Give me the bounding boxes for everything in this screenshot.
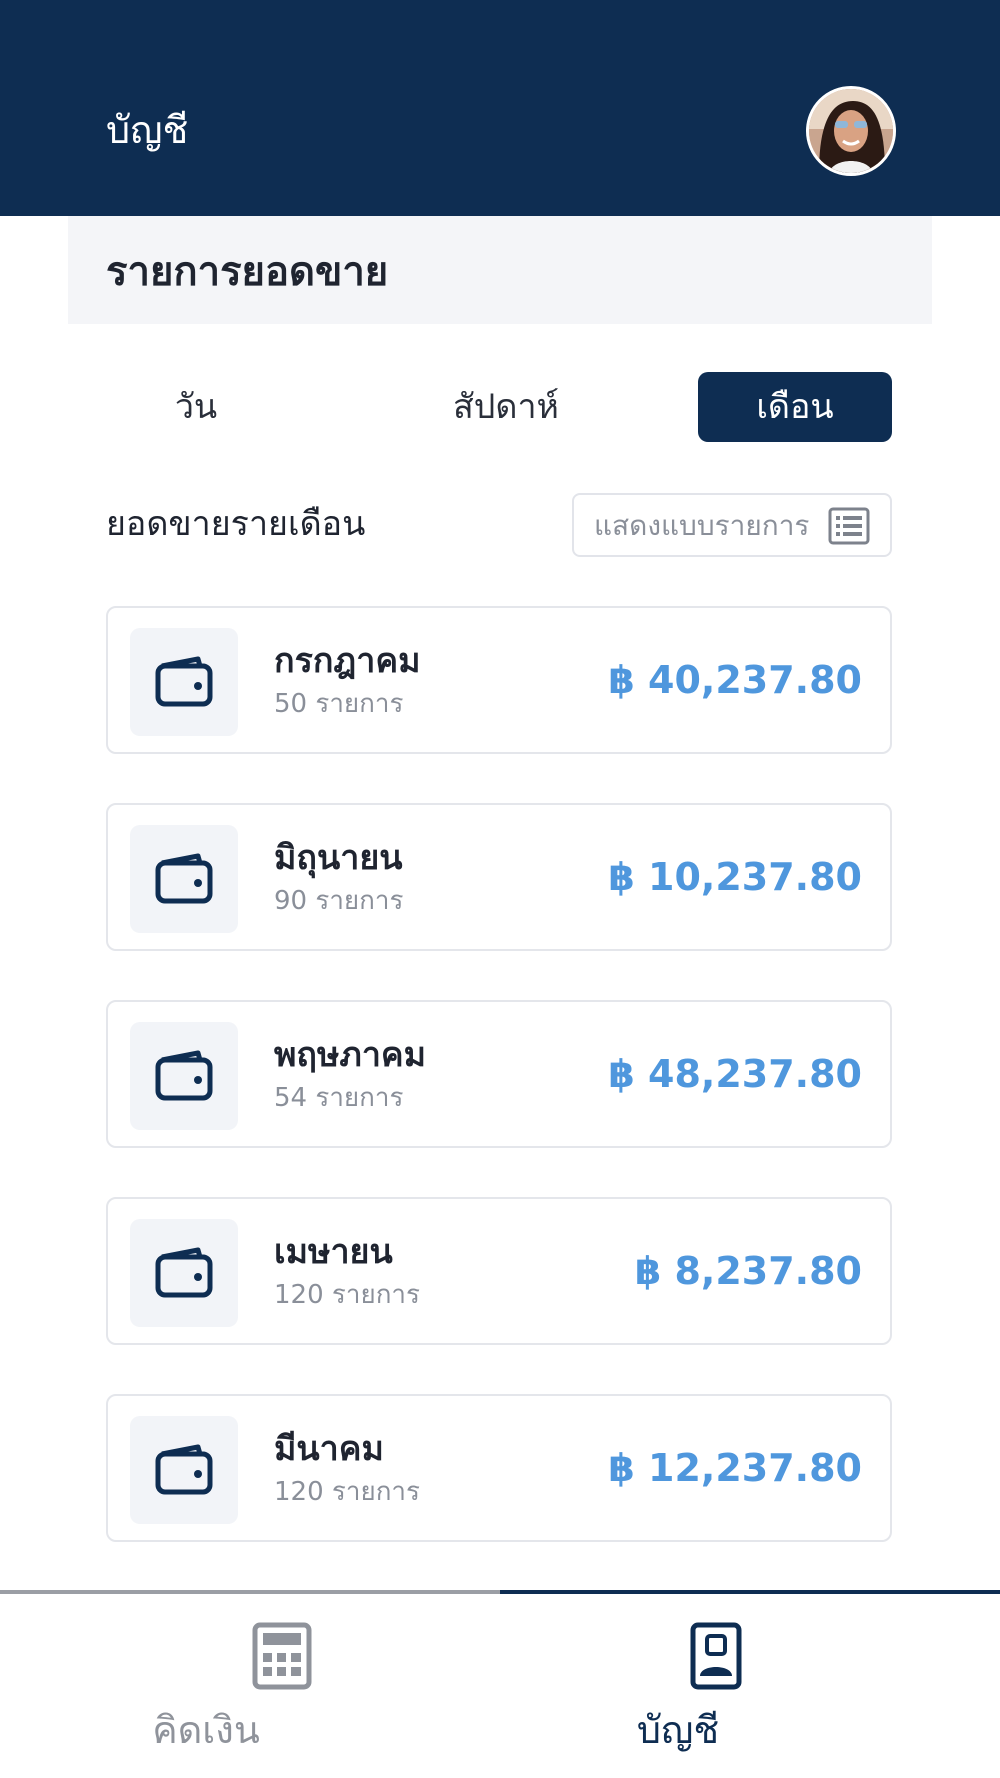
app-header: บัญชี	[0, 0, 1000, 216]
nav-item-calculate[interactable]: คิดเงิน	[0, 1594, 500, 1778]
page-title: บัญชี	[106, 108, 189, 152]
transaction-count: 120 รายการ	[274, 1477, 420, 1507]
tab-month[interactable]: เดือน	[698, 372, 892, 442]
calculator-icon	[252, 1622, 312, 1690]
monthly-sales-label: ยอดขายรายเดือน	[106, 504, 366, 544]
list-item[interactable]: พฤษภาคม 54 รายการ ฿ 48,237.80	[106, 1000, 892, 1148]
transaction-count: 50 รายการ	[274, 689, 404, 719]
tab-day[interactable]: วัน	[106, 372, 286, 442]
tab-week[interactable]: สัปดาห์	[406, 372, 606, 442]
wallet-icon	[155, 656, 213, 707]
list-item[interactable]: กรกฎาคม 50 รายการ ฿ 40,237.80	[106, 606, 892, 754]
sales-amount: ฿ 10,237.80	[608, 855, 862, 899]
transaction-count: 54 รายการ	[274, 1083, 404, 1113]
list-item[interactable]: มิถุนายน 90 รายการ ฿ 10,237.80	[106, 803, 892, 951]
sales-amount: ฿ 12,237.80	[608, 1446, 862, 1490]
wallet-icon-box	[130, 1416, 238, 1524]
wallet-icon	[155, 1247, 213, 1298]
list-item[interactable]: เมษายน 120 รายการ ฿ 8,237.80	[106, 1197, 892, 1345]
wallet-icon-box	[130, 628, 238, 736]
sales-amount: ฿ 8,237.80	[634, 1249, 862, 1293]
nav-label-calculate: คิดเงิน	[152, 1708, 260, 1752]
nav-label-account: บัญชี	[636, 1708, 720, 1752]
id-card-icon	[690, 1622, 742, 1690]
wallet-icon	[155, 1444, 213, 1495]
sales-amount: ฿ 48,237.80	[608, 1052, 862, 1096]
list-view-button[interactable]: แสดงแบบรายการ	[572, 493, 892, 557]
period-tabs: วัน สัปดาห์ เดือน	[106, 372, 892, 442]
wallet-icon-box	[130, 1219, 238, 1327]
avatar-image	[809, 89, 893, 173]
section-header: รายการยอดขาย	[68, 216, 932, 324]
list-view-label: แสดงแบบรายการ	[594, 509, 810, 542]
month-name: มีนาคม	[274, 1429, 384, 1469]
transaction-count: 120 รายการ	[274, 1280, 420, 1310]
wallet-icon	[155, 1050, 213, 1101]
transaction-count: 90 รายการ	[274, 886, 404, 916]
bottom-nav: คิดเงิน บัญชี	[0, 1590, 1000, 1778]
wallet-icon	[155, 853, 213, 904]
avatar[interactable]	[806, 86, 896, 176]
list-item[interactable]: มีนาคม 120 รายการ ฿ 12,237.80	[106, 1394, 892, 1542]
nav-item-account[interactable]: บัญชี	[500, 1594, 1000, 1778]
sales-amount: ฿ 40,237.80	[608, 658, 862, 702]
wallet-icon-box	[130, 1022, 238, 1130]
month-name: พฤษภาคม	[274, 1035, 427, 1075]
wallet-icon-box	[130, 825, 238, 933]
month-name: มิถุนายน	[274, 838, 403, 878]
month-name: เมษายน	[274, 1232, 393, 1272]
section-title: รายการยอดขาย	[106, 249, 389, 295]
month-name: กรกฎาคม	[274, 641, 421, 681]
list-icon	[828, 507, 870, 545]
